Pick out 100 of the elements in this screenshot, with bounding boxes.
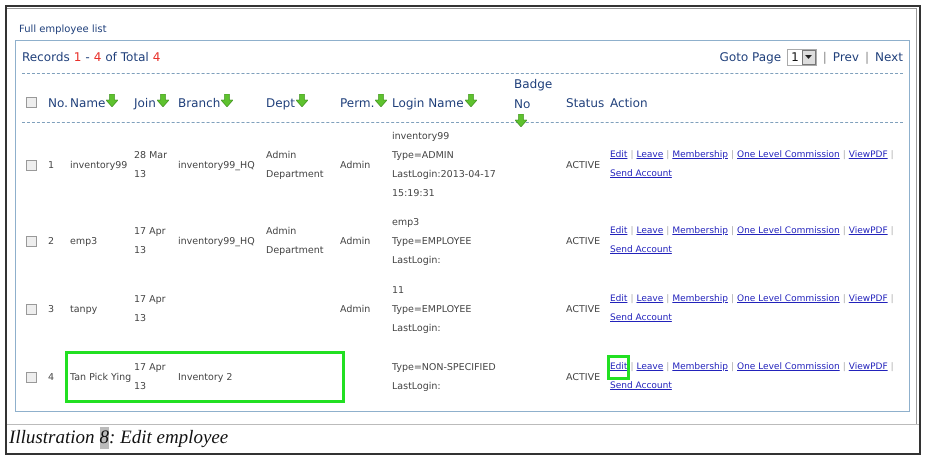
separator: | bbox=[730, 361, 734, 374]
separator: | bbox=[630, 149, 634, 162]
page-select[interactable]: 1 bbox=[787, 48, 817, 66]
table-cell-text: Tan Pick Ying bbox=[70, 370, 132, 384]
separator: | bbox=[730, 149, 734, 162]
caption-text: : Edit employee bbox=[109, 427, 228, 449]
separator: | bbox=[630, 361, 634, 374]
row-checkbox[interactable] bbox=[26, 304, 37, 314]
table-cell-text: 17 Apr 13 bbox=[134, 225, 167, 258]
table-cell-text: 17 Apr 13 bbox=[134, 293, 167, 326]
table-cell-text: tanpy bbox=[70, 302, 98, 316]
separator: | bbox=[822, 50, 827, 64]
column-header: Name bbox=[70, 96, 106, 110]
action-link[interactable]: ViewPDF bbox=[848, 358, 888, 377]
dropdown-icon bbox=[802, 50, 816, 64]
dash-text: - bbox=[85, 50, 90, 64]
separator: | bbox=[666, 149, 670, 162]
column-header: Login Name bbox=[392, 96, 464, 110]
login-line: LastLogin:2013-04-17 15:19:31 bbox=[392, 168, 497, 201]
action-link[interactable]: ViewPDF bbox=[848, 290, 888, 309]
action-link[interactable]: ViewPDF bbox=[848, 146, 888, 165]
table-cell-text: 4 bbox=[48, 370, 56, 384]
action-link[interactable]: Edit bbox=[610, 290, 628, 309]
action-link[interactable]: Membership bbox=[672, 222, 728, 241]
action-link[interactable]: One Level Commission bbox=[737, 290, 840, 309]
table-cell-text: ACTIVE bbox=[566, 302, 602, 316]
action-link[interactable]: Membership bbox=[672, 146, 728, 165]
column-header: Join bbox=[134, 96, 156, 110]
table-cell-text: inventory99_HQ bbox=[178, 158, 256, 172]
sort-arrow-icon[interactable] bbox=[515, 114, 527, 127]
separator: | bbox=[890, 361, 894, 374]
login-line: inventory99 bbox=[392, 130, 450, 144]
prev-link[interactable]: Prev bbox=[832, 50, 859, 64]
action-link[interactable]: Edit bbox=[610, 222, 628, 241]
table-cell-text: Admin bbox=[340, 302, 372, 316]
sort-arrow-icon[interactable] bbox=[296, 94, 308, 107]
column-header: Status bbox=[566, 96, 604, 110]
login-line: Type=ADMIN bbox=[392, 149, 455, 163]
sort-arrow-icon[interactable] bbox=[106, 94, 118, 107]
row-checkbox[interactable] bbox=[26, 372, 37, 382]
action-link[interactable]: Edit bbox=[610, 358, 628, 377]
record-count: 4 bbox=[94, 50, 102, 64]
table-cell-text: ACTIVE bbox=[566, 158, 602, 172]
record-count: 1 bbox=[74, 50, 82, 64]
sort-arrow-icon[interactable] bbox=[375, 94, 388, 107]
login-line: Type=EMPLOYEE bbox=[392, 234, 472, 248]
table-cell-text: inventory99 bbox=[70, 158, 128, 172]
separator: | bbox=[630, 293, 634, 306]
sort-arrow-icon[interactable] bbox=[464, 94, 477, 107]
sort-arrow-icon[interactable] bbox=[156, 94, 169, 107]
table-cell-text: ACTIVE bbox=[566, 370, 602, 384]
separator: | bbox=[730, 293, 734, 306]
login-line: Type=EMPLOYEE bbox=[392, 302, 472, 316]
table-cell-text: 28 Mar 13 bbox=[134, 149, 168, 182]
table-cell-text: emp3 bbox=[70, 234, 98, 248]
action-link[interactable]: Membership bbox=[672, 290, 728, 309]
action-link[interactable]: Leave bbox=[636, 222, 664, 241]
separator: | bbox=[842, 293, 846, 306]
table-cell-text: ACTIVE bbox=[566, 234, 602, 248]
separator: | bbox=[666, 293, 670, 306]
action-link[interactable]: One Level Commission bbox=[737, 146, 840, 165]
table-cell-text: Admin Department bbox=[266, 149, 324, 182]
sort-arrow-icon[interactable] bbox=[221, 94, 234, 107]
separator: | bbox=[842, 361, 846, 374]
action-link[interactable]: Leave bbox=[636, 290, 664, 309]
action-link[interactable]: Membership bbox=[672, 358, 728, 377]
action-link[interactable]: Leave bbox=[636, 146, 664, 165]
action-link[interactable]: One Level Commission bbox=[737, 358, 840, 377]
row-checkbox[interactable] bbox=[26, 236, 37, 246]
select-all-checkbox[interactable] bbox=[26, 97, 37, 108]
login-line: Type=NON-SPECIFIED bbox=[392, 361, 497, 375]
table-cell-text: Admin Department bbox=[266, 225, 324, 258]
caption-label: Illustration bbox=[9, 427, 95, 449]
separator: | bbox=[890, 225, 894, 238]
table-cell-text: 1 bbox=[48, 158, 56, 172]
separator: | bbox=[890, 293, 894, 306]
column-header: No. bbox=[48, 96, 68, 110]
action-link[interactable]: ViewPDF bbox=[848, 222, 888, 241]
records-label: Records bbox=[22, 50, 70, 64]
action-link[interactable]: Send Account bbox=[610, 165, 672, 184]
separator: | bbox=[842, 149, 846, 162]
column-header: Badge No bbox=[514, 76, 552, 113]
column-header: Branch bbox=[178, 96, 220, 110]
action-link[interactable]: Edit bbox=[610, 146, 628, 165]
row-checkbox[interactable] bbox=[26, 160, 37, 170]
action-link[interactable]: Send Account bbox=[610, 377, 672, 396]
action-link[interactable]: One Level Commission bbox=[737, 222, 840, 241]
table-cell-text: 3 bbox=[48, 302, 56, 316]
action-link[interactable]: Send Account bbox=[610, 309, 672, 328]
table-cell-text: Inventory 2 bbox=[178, 370, 234, 384]
action-link[interactable]: Leave bbox=[636, 358, 664, 377]
separator: | bbox=[666, 225, 670, 238]
table-cell-text: inventory99_HQ bbox=[178, 234, 256, 248]
table-cell-text: Admin bbox=[340, 158, 372, 172]
caption-number: 8 bbox=[100, 427, 110, 449]
login-line: emp3 bbox=[392, 216, 420, 230]
employee-list-link[interactable]: Full employee list bbox=[19, 24, 107, 35]
action-link[interactable]: Send Account bbox=[610, 241, 672, 260]
next-link[interactable]: Next bbox=[875, 50, 903, 64]
login-line: 11 bbox=[392, 284, 406, 298]
